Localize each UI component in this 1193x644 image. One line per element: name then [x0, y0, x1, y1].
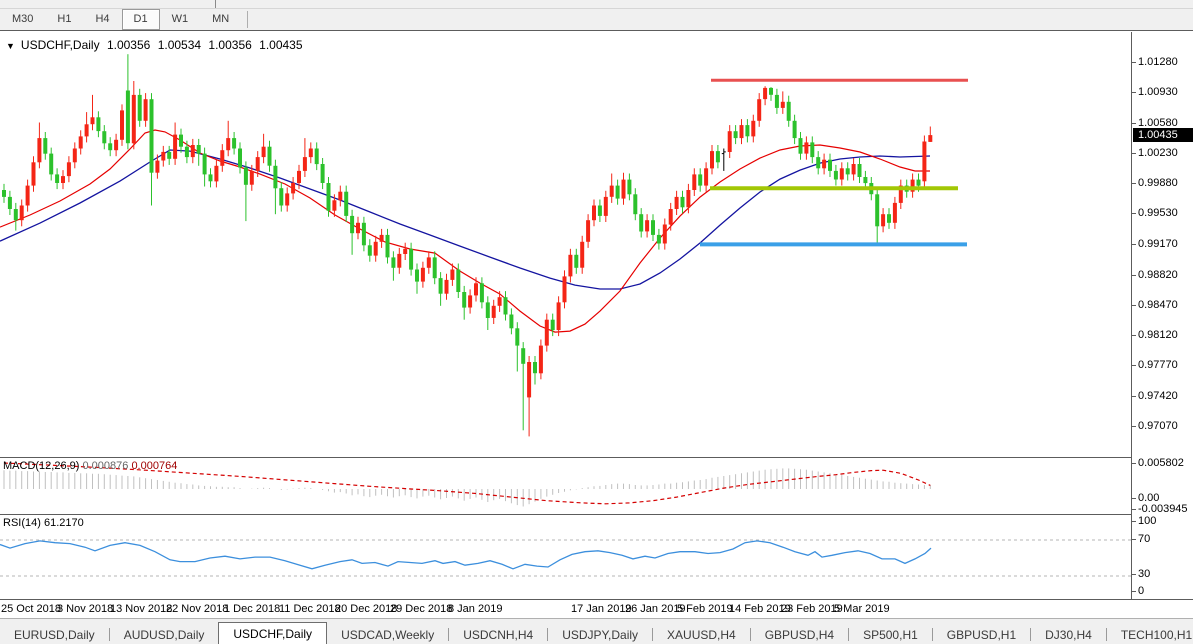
timeframe-button-w1[interactable]: W1	[160, 9, 201, 30]
date-axis-label: 1 Dec 2018	[224, 603, 281, 615]
indicator-axis-label: 0	[1132, 585, 1144, 597]
price-axis-label: 0.97770	[1132, 359, 1178, 371]
date-axis-label: 25 Oct 2018	[1, 603, 61, 615]
ohlc-close: 1.00435	[259, 38, 303, 52]
axis-tick	[1132, 213, 1136, 215]
rsi-chart[interactable]	[0, 515, 1131, 598]
chart-window: ▼ USDCHF,Daily 1.00356 1.00534 1.00356 1.…	[0, 30, 1193, 619]
axis-tick	[1132, 335, 1136, 337]
axis-tick	[1132, 521, 1136, 522]
axis-tick	[1132, 304, 1136, 306]
rsi-panel[interactable]: RSI(14) 61.2170	[0, 514, 1131, 599]
window-top-strip	[0, 0, 1193, 9]
ohlc-open: 1.00356	[106, 38, 151, 52]
axis-tick	[1132, 395, 1136, 397]
macd-panel[interactable]: MACD(12,26,9) 0.000876 0.000764	[0, 457, 1131, 514]
indicator-axis-label: 100	[1132, 515, 1156, 527]
price-axis-label: 0.97070	[1132, 420, 1178, 432]
chart-symbol: USDCHF,Daily	[20, 38, 100, 52]
price-axis-label: 0.99530	[1132, 207, 1178, 219]
date-axis-label: 3 Nov 2018	[57, 603, 114, 615]
macd-main-value: 0.000876	[82, 460, 129, 472]
axis-tick	[1132, 122, 1136, 124]
date-axis-label: 5 Mar 2019	[834, 603, 890, 615]
timeframe-button-h1[interactable]: H1	[45, 9, 83, 30]
price-axis-label: 1.00230	[1132, 147, 1178, 159]
date-axis-label: 20 Dec 2018	[335, 603, 398, 615]
date-axis-label: 5 Feb 2019	[677, 603, 733, 615]
macd-label: MACD(12,26,9) 0.000876 0.000764	[3, 460, 178, 472]
timeframe-button-d1[interactable]: D1	[121, 9, 160, 30]
timeframe-button-mn[interactable]: MN	[200, 9, 241, 30]
chart-tab-usdcad[interactable]: USDCAD,Weekly	[327, 625, 448, 644]
chart-tab-tech100[interactable]: TECH100,H1	[1107, 625, 1193, 644]
trading-terminal: M30 H1 H4 D1 W1 MN ▼ USDCHF,Daily 1.00356 1.00…	[0, 0, 1193, 644]
rsi-label: RSI(14) 61.2170	[3, 517, 84, 529]
chart-tab-xauusd[interactable]: XAUUSD,H4	[653, 625, 750, 644]
price-axis-label: 0.97420	[1132, 390, 1178, 402]
axis-tick	[1132, 92, 1136, 94]
axis-tick	[1132, 183, 1136, 185]
price-axis-label: 1.00930	[1132, 86, 1178, 98]
axis-tick	[1132, 62, 1136, 63]
date-axis-label: 8 Jan 2019	[448, 603, 503, 615]
price-chart-panel[interactable]: ▼ USDCHF,Daily 1.00356 1.00534 1.00356 1.…	[0, 32, 1131, 456]
axis-tick	[1132, 463, 1136, 464]
axis-tick	[1132, 574, 1136, 575]
price-axis-label: 0.98820	[1132, 269, 1178, 281]
price-axis[interactable]: 1.01280 1.00930 1.00580 1.00230 0.99880 0.995…	[1131, 32, 1193, 599]
chart-tab-dj30[interactable]: DJ30,H4	[1031, 625, 1106, 644]
axis-tick	[1132, 274, 1136, 276]
chart-tab-gbpusd[interactable]: GBPUSD,H1	[933, 625, 1030, 644]
date-axis-label: 29 Dec 2018	[390, 603, 453, 615]
chart-dropdown-icon[interactable]: ▼	[6, 41, 15, 51]
timeframe-button-h4[interactable]: H4	[83, 9, 121, 30]
indicator-axis-label: -0.003945	[1132, 503, 1188, 515]
axis-tick	[1132, 509, 1136, 510]
toolbar-divider	[215, 0, 216, 8]
date-axis-label: 13 Nov 2018	[110, 603, 173, 615]
candlestick-chart[interactable]	[0, 32, 1131, 456]
indicator-axis-label: 30	[1132, 568, 1150, 580]
axis-tick	[1132, 539, 1136, 540]
current-price-tag: 1.00435	[1133, 128, 1193, 143]
date-axis-label: 17 Jan 2019	[571, 603, 632, 615]
chart-tab-usdchf[interactable]: USDCHF,Daily	[218, 622, 328, 644]
chart-tab-audusd[interactable]: AUDUSD,Daily	[110, 625, 219, 644]
chart-tab-sp500[interactable]: SP500,H1	[849, 625, 932, 644]
ohlc-low: 1.00356	[208, 38, 252, 52]
chart-tab-usdjpy[interactable]: USDJPY,Daily	[548, 625, 652, 644]
date-axis-label: 22 Nov 2018	[166, 603, 229, 615]
price-axis-label: 0.99880	[1132, 177, 1178, 189]
price-axis-label: 0.98470	[1132, 299, 1178, 311]
indicator-axis-label: 0.005802	[1132, 457, 1184, 469]
axis-tick	[1132, 365, 1136, 367]
toolbar-separator	[247, 11, 249, 28]
timeframe-button-m30[interactable]: M30	[0, 9, 45, 30]
chart-title: ▼ USDCHF,Daily 1.00356 1.00534 1.00356 1.…	[6, 38, 307, 52]
indicator-axis-label: 70	[1132, 533, 1150, 545]
price-axis-label: 1.01280	[1132, 56, 1178, 68]
ohlc-high: 1.00534	[157, 38, 202, 52]
axis-tick	[1132, 152, 1136, 154]
date-axis[interactable]: 25 Oct 2018 3 Nov 2018 13 Nov 2018 22 Nov 2…	[0, 599, 1193, 619]
rsi-value: 61.2170	[43, 517, 84, 529]
chart-tab-gbpusd[interactable]: GBPUSD,H4	[751, 625, 848, 644]
price-axis-label: 1.00580	[1132, 117, 1178, 129]
price-axis-label: 0.99170	[1132, 238, 1178, 250]
macd-signal-value: 0.000764	[131, 460, 178, 472]
axis-tick	[1132, 244, 1136, 246]
chart-tab-usdcnh[interactable]: USDCNH,H4	[449, 625, 547, 644]
axis-tick	[1132, 591, 1136, 592]
timeframe-toolbar: M30 H1 H4 D1 W1 MN	[0, 9, 1193, 31]
price-axis-label: 0.98120	[1132, 329, 1178, 341]
chart-tab-eurusd[interactable]: EURUSD,Daily	[0, 625, 109, 644]
axis-tick	[1132, 498, 1136, 499]
chart-tab-bar: EURUSD,Daily AUDUSD,Daily USDCHF,Daily USDC…	[0, 618, 1193, 644]
axis-tick	[1132, 425, 1136, 427]
date-axis-label: 11 Dec 2018	[279, 603, 341, 615]
